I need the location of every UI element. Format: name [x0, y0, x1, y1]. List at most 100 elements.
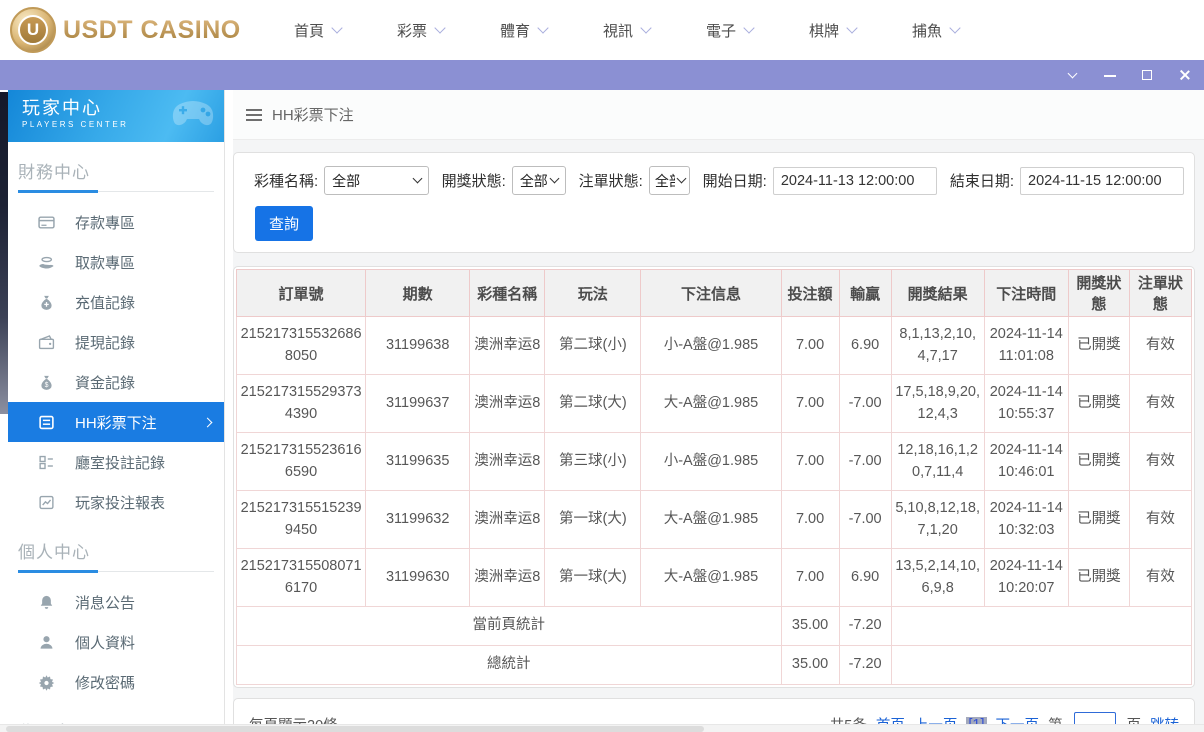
table-cell: 5,10,8,12,18,7,1,20	[890, 489, 985, 549]
sidebar-item-充值記錄[interactable]: 充值記錄	[8, 282, 224, 322]
order-status-label: 注單狀態:	[578, 173, 643, 190]
nav-item-3[interactable]: 視訊	[575, 20, 678, 41]
draw-status-select[interactable]: 全部	[511, 166, 566, 195]
breadcrumb: HH彩票下注	[233, 90, 1204, 140]
table-cell: 2024-11-14 10:55:37	[983, 373, 1069, 433]
jump-action-link[interactable]: 跳转	[1150, 714, 1179, 724]
brand-logo[interactable]: U USDT CASINO	[10, 7, 241, 53]
withdraw-hand-icon	[38, 254, 55, 271]
column-header: 下注時間	[983, 269, 1069, 317]
nav-item-label: 電子	[705, 22, 736, 40]
sidebar-item-label: 取款專區	[75, 254, 136, 272]
brand-name: USDT CASINO	[63, 15, 241, 44]
sidebar-item-資金記錄[interactable]: $ 資金記錄	[8, 362, 224, 402]
table-cell: 13,5,2,14,10,6,9,8	[890, 547, 985, 607]
scrollbar-thumb[interactable]	[6, 726, 705, 732]
sidebar-item-消息公告[interactable]: 消息公告	[8, 582, 224, 622]
recharge-record-icon	[38, 294, 55, 311]
sidebar-item-個人資料[interactable]: 個人資料	[8, 622, 224, 662]
table-cell: 7.00	[780, 316, 840, 375]
chevron-right-icon	[202, 417, 213, 427]
table-row-3: 2152173155152399450 31199632 澳洲幸运8 第一球(大) 大-…	[235, 489, 1193, 549]
table-cell: 第二球(大)	[544, 373, 642, 433]
room-bets-icon	[38, 454, 55, 471]
sidebar-item-提現記錄[interactable]: 提現記錄	[8, 322, 224, 362]
table-cell: 有效	[1128, 373, 1193, 433]
nav-item-label: 棋牌	[808, 22, 839, 40]
table-cell: -7.00	[838, 373, 892, 433]
nav-item-0[interactable]: 首頁	[266, 20, 369, 41]
sidebar-item-存款專區[interactable]: 存款專區	[8, 202, 224, 242]
sidebar-sections: 財務中心存款專區取款專區充值記錄 提現記錄 $ 資金記錄 HH彩票下注 廳室投註記錄玩家投…	[8, 158, 224, 732]
window-controls	[1066, 60, 1191, 90]
table-cell: 31199630	[365, 547, 471, 607]
chevron-down-icon	[640, 22, 652, 34]
main-content: HH彩票下注 彩種名稱: 全部 開獎狀態: 全部 注單狀態: 全部 開始日期: …	[233, 90, 1204, 724]
nav-item-1[interactable]: 彩票	[369, 20, 472, 41]
sidebar-item-修改密碼[interactable]: 修改密碼	[8, 662, 224, 702]
sidebar-item-label: HH彩票下注	[75, 414, 157, 432]
sidebar-section-title: 財務中心	[18, 163, 90, 182]
sidebar-item-取款專區[interactable]: 取款專區	[8, 242, 224, 282]
minimize-icon[interactable]	[1103, 68, 1117, 82]
start-date-input[interactable]	[772, 166, 937, 195]
table-cell: 2152173155326868050	[235, 316, 367, 375]
order-status-select-wrap: 全部	[648, 166, 690, 195]
column-header: 注單狀態	[1128, 269, 1193, 317]
table-cell: 2152173155080716170	[235, 547, 367, 607]
player-report-icon	[38, 494, 55, 511]
nav-item-2[interactable]: 體育	[472, 20, 575, 41]
lottery-bets-icon	[38, 414, 55, 431]
jump-page-input[interactable]	[1073, 712, 1116, 724]
table-cell: 第一球(大)	[544, 489, 642, 549]
order-status-select[interactable]: 全部	[648, 166, 690, 195]
table-cell: 大-A盤@1.985	[640, 373, 782, 433]
table-cell: 8,1,13,2,10,4,7,17	[890, 316, 985, 375]
table-cell: 小-A盤@1.985	[640, 431, 782, 491]
nav-item-4[interactable]: 電子	[678, 20, 781, 41]
table-cell: 6.90	[838, 547, 892, 607]
total-count-text: 共5条	[830, 714, 867, 724]
collapse-chevron-icon[interactable]	[1066, 68, 1080, 82]
lottery-name-select-wrap: 全部	[324, 166, 429, 195]
sidebar-item-label: 廳室投註記錄	[75, 454, 166, 472]
sidebar-item-label: 消息公告	[75, 594, 136, 612]
table-cell: 2152173155236166590	[235, 431, 367, 491]
nav-item-5[interactable]: 棋牌	[781, 20, 884, 41]
prev-page-link[interactable]: 上一页	[914, 714, 958, 724]
end-date-input[interactable]	[1020, 166, 1184, 195]
summary-empty-cell	[890, 605, 1193, 646]
sidebar-item-HH彩票下注[interactable]: HH彩票下注	[8, 402, 224, 442]
table-cell: 2152173155293734390	[235, 373, 367, 433]
column-header: 期數	[365, 269, 471, 317]
table-cell: 已開獎	[1067, 316, 1130, 375]
table-cell: 7.00	[780, 489, 840, 549]
sidebar-item-label: 個人資料	[75, 634, 136, 652]
summary-row: 總統計 35.00 -7.20	[236, 644, 1193, 685]
person-icon	[38, 634, 55, 651]
horizontal-scrollbar[interactable]	[0, 724, 1204, 732]
column-header: 下注信息	[640, 269, 782, 317]
column-header: 投注額	[780, 269, 840, 317]
table-cell: 有效	[1128, 547, 1193, 607]
draw-status-label: 開獎狀態:	[441, 173, 506, 190]
menu-toggle-icon[interactable]	[246, 108, 262, 121]
close-icon[interactable]	[1177, 68, 1191, 82]
sidebar-item-廳室投註記錄[interactable]: 廳室投註記錄	[8, 442, 224, 482]
nav-item-6[interactable]: 捕魚	[884, 20, 987, 41]
next-page-link[interactable]: 下一页	[996, 714, 1040, 724]
maximize-icon[interactable]	[1140, 68, 1154, 82]
chevron-down-icon	[537, 22, 549, 34]
filter-row: 彩種名稱: 全部 開獎狀態: 全部 注單狀態: 全部 開始日期: 2024-11…	[254, 166, 1184, 195]
table-cell: 2024-11-14 10:46:01	[983, 431, 1069, 491]
bets-table-panel: 訂單號 期數 彩種名稱 玩法 下注信息 投注額 輸贏 開獎結果 下注時間 開獎狀態 注單狀態 215…	[233, 266, 1195, 688]
lottery-name-select[interactable]: 全部	[324, 166, 429, 195]
table-cell: 有效	[1128, 489, 1193, 549]
first-page-link[interactable]: 首页	[876, 714, 905, 724]
sidebar-item-玩家投注報表[interactable]: 玩家投注報表	[8, 482, 224, 522]
gear-icon	[38, 674, 55, 691]
jump-suffix-text: 页	[1127, 714, 1142, 724]
search-button[interactable]: 查詢	[255, 206, 314, 241]
jump-prefix-text: 第	[1048, 714, 1063, 724]
column-header: 開獎狀態	[1067, 269, 1130, 317]
